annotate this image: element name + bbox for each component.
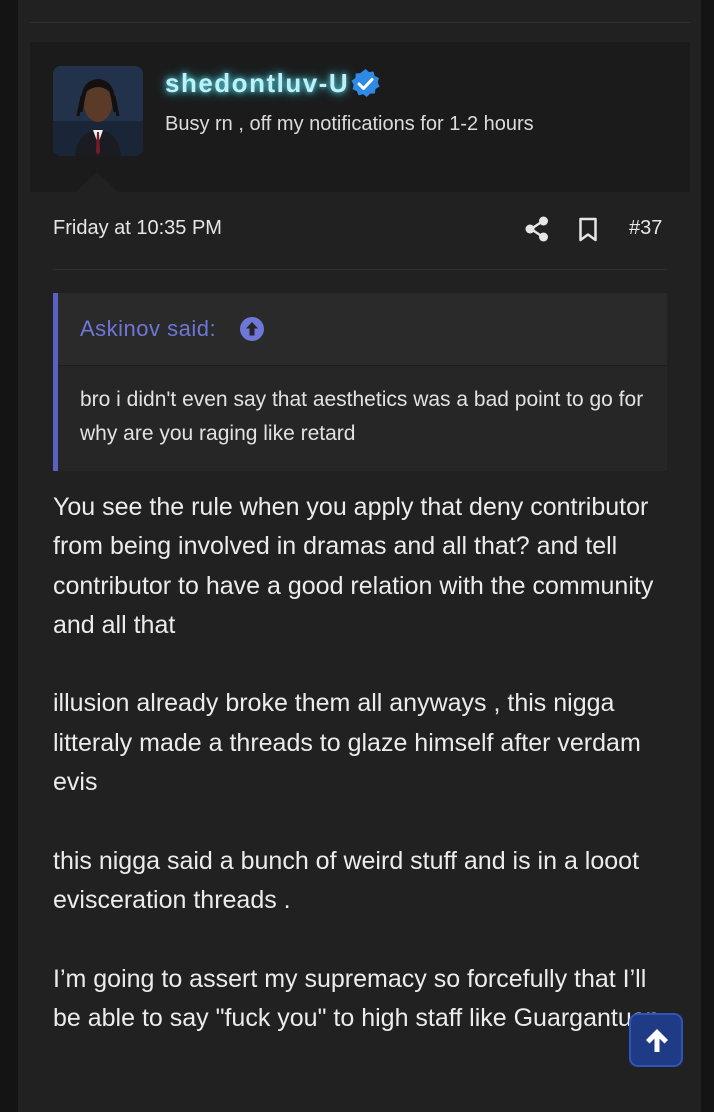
username[interactable]: shedontluv-U (165, 68, 349, 99)
arrow-up-icon (646, 1029, 668, 1052)
user-title: Busy rn , off my notifications for 1-2 h… (165, 113, 534, 135)
post-date[interactable]: Friday at 10:35 PM (53, 217, 222, 240)
scroll-top-button[interactable] (629, 1013, 683, 1067)
verified-check-icon (350, 68, 381, 99)
divider (58, 365, 667, 366)
quote-block: Askinov said: bro i didn't even say that… (53, 293, 667, 471)
post-paragraph: You see the rule when you apply that den… (53, 493, 654, 639)
quote-author[interactable]: Askinov said: (80, 316, 216, 342)
share-icon[interactable] (525, 216, 549, 242)
post-number-link[interactable]: #37 (629, 217, 662, 240)
avatar[interactable] (53, 66, 143, 156)
user-card-pointer (76, 172, 118, 192)
post-body: You see the rule when you apply that den… (53, 488, 673, 1077)
arrow-up-circle-icon[interactable] (240, 317, 264, 341)
divider (30, 22, 690, 23)
post-paragraph: I’m going to assert my supremacy so forc… (53, 964, 660, 1032)
quote-text: bro i didn't even say that aesthetics wa… (80, 388, 644, 445)
post-paragraph: this nigga said a bunch of weird stuff a… (53, 846, 640, 914)
post-paragraph: illusion already broke them all anyways … (53, 689, 641, 797)
divider (53, 269, 667, 270)
bookmark-icon[interactable] (578, 217, 598, 242)
